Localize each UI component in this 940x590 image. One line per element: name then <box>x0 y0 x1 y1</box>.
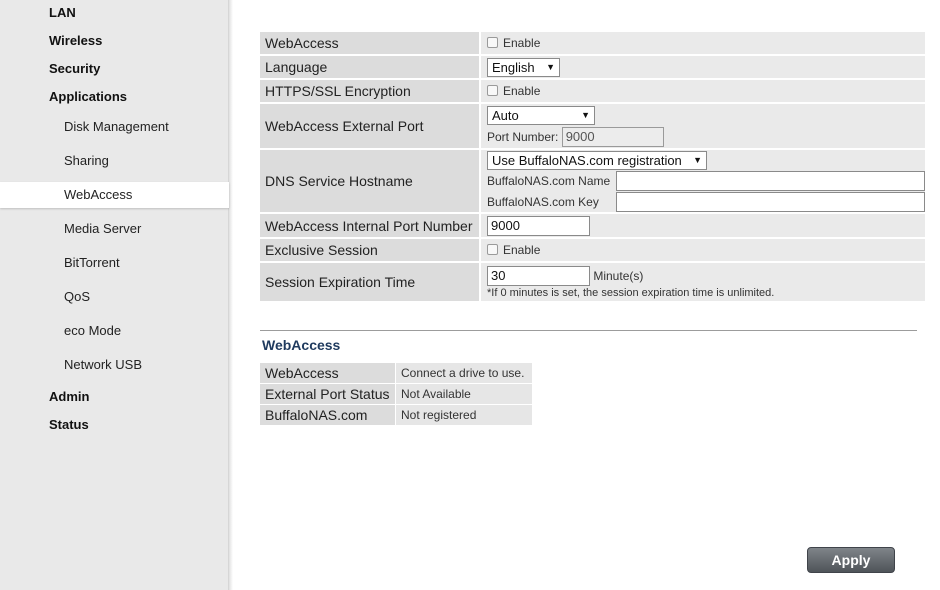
language-select-value: English <box>492 59 535 75</box>
language-label: Language <box>260 56 481 80</box>
https-enable-cell: Enable <box>481 80 925 104</box>
https-label: HTTPS/SSL Encryption <box>260 80 481 104</box>
language-cell: English ▼ <box>481 56 925 80</box>
external-port-mode-value: Auto <box>492 108 519 123</box>
webaccess-settings-page: LAN Wireless Security Applications Disk … <box>0 0 940 590</box>
sidebar-item-qos[interactable]: QoS <box>0 284 229 310</box>
webaccess-label: WebAccess <box>260 32 481 56</box>
sidebar-item-applications[interactable]: Applications <box>49 89 127 104</box>
sidebar-item-security[interactable]: Security <box>49 61 100 76</box>
sidebar-item-webaccess[interactable]: WebAccess <box>0 182 229 208</box>
dns-mode-value: Use BuffaloNAS.com registration <box>492 152 682 168</box>
dropdown-arrow-icon: ▼ <box>693 154 702 165</box>
dropdown-arrow-icon: ▼ <box>546 61 555 72</box>
status-buffalonas-label: BuffaloNAS.com <box>260 405 396 426</box>
session-expiration-label: Session Expiration Time <box>260 263 481 303</box>
sidebar-item-wireless[interactable]: Wireless <box>49 33 102 48</box>
port-number-label: Port Number: <box>487 130 559 144</box>
session-expiration-input[interactable]: 30 <box>487 265 590 286</box>
exclusive-session-cell: Enable <box>481 239 925 263</box>
table-row: BuffaloNAS.com Not registered <box>260 405 532 426</box>
webaccess-status-table: WebAccess Connect a drive to use. Extern… <box>260 363 532 426</box>
status-webaccess-value: Connect a drive to use. <box>396 363 532 384</box>
sidebar-item-status[interactable]: Status <box>49 417 89 432</box>
https-enable-checkbox[interactable] <box>487 85 498 96</box>
external-port-cell: Auto ▼ Port Number: 9000 <box>481 104 925 150</box>
webaccess-enable-checkbox[interactable] <box>487 37 498 48</box>
dns-hostname-label: DNS Service Hostname <box>260 150 481 214</box>
sidebar-item-network-usb[interactable]: Network USB <box>0 352 229 378</box>
apply-button[interactable]: Apply <box>807 547 895 573</box>
buffalonas-key-input[interactable] <box>616 191 925 212</box>
dns-hostname-cell: Use BuffaloNAS.com registration ▼ Buffalo… <box>481 150 925 214</box>
status-external-port-label: External Port Status <box>260 384 396 405</box>
sidebar-nav: LAN Wireless Security Applications Disk … <box>0 0 229 590</box>
webaccess-settings-table: WebAccess Enable Language English ▼ HTTPS… <box>260 32 925 303</box>
sidebar-item-eco-mode[interactable]: eco Mode <box>0 318 229 344</box>
sidebar-item-sharing[interactable]: Sharing <box>0 148 229 174</box>
exclusive-session-label: Exclusive Session <box>260 239 481 263</box>
external-port-label: WebAccess External Port <box>260 104 481 150</box>
buffalonas-key-label: BuffaloNAS.com Key <box>487 194 599 209</box>
exclusive-session-checkbox[interactable] <box>487 244 498 255</box>
sidebar-item-bittorrent[interactable]: BitTorrent <box>0 250 229 276</box>
table-row: External Port Status Not Available <box>260 384 532 405</box>
external-port-mode-select[interactable]: Auto ▼ <box>487 106 595 125</box>
internal-port-input[interactable]: 9000 <box>487 215 590 236</box>
webaccess-enable-cell: Enable <box>481 32 925 56</box>
sidebar-item-media-server[interactable]: Media Server <box>0 216 229 242</box>
buffalonas-name-input[interactable] <box>616 170 925 191</box>
language-select[interactable]: English ▼ <box>487 57 560 77</box>
session-expiration-note: *If 0 minutes is set, the session expira… <box>487 286 775 299</box>
table-row: WebAccess Connect a drive to use. <box>260 363 532 384</box>
dropdown-arrow-icon: ▼ <box>581 110 590 120</box>
status-section-title: WebAccess <box>262 337 341 353</box>
sidebar-shadow <box>229 0 233 590</box>
section-divider <box>260 330 917 331</box>
webaccess-enable-label[interactable]: Enable <box>503 36 540 50</box>
internal-port-cell: 9000 <box>481 214 925 239</box>
status-buffalonas-value: Not registered <box>396 405 532 426</box>
status-external-port-value: Not Available <box>396 384 532 405</box>
internal-port-label: WebAccess Internal Port Number <box>260 214 481 239</box>
session-expiration-unit: Minute(s) <box>593 268 644 283</box>
sidebar-item-admin[interactable]: Admin <box>49 389 89 404</box>
session-expiration-cell: 30 Minute(s) *If 0 minutes is set, the s… <box>481 263 925 303</box>
exclusive-session-enable-label[interactable]: Enable <box>503 243 540 257</box>
dns-mode-select[interactable]: Use BuffaloNAS.com registration ▼ <box>487 150 707 170</box>
sidebar-item-disk-management[interactable]: Disk Management <box>0 114 229 140</box>
status-webaccess-label: WebAccess <box>260 363 396 384</box>
buffalonas-name-label: BuffaloNAS.com Name <box>487 173 611 188</box>
sidebar-item-lan[interactable]: LAN <box>49 5 76 20</box>
external-port-number-input[interactable]: 9000 <box>561 127 664 147</box>
https-enable-label[interactable]: Enable <box>503 84 540 98</box>
